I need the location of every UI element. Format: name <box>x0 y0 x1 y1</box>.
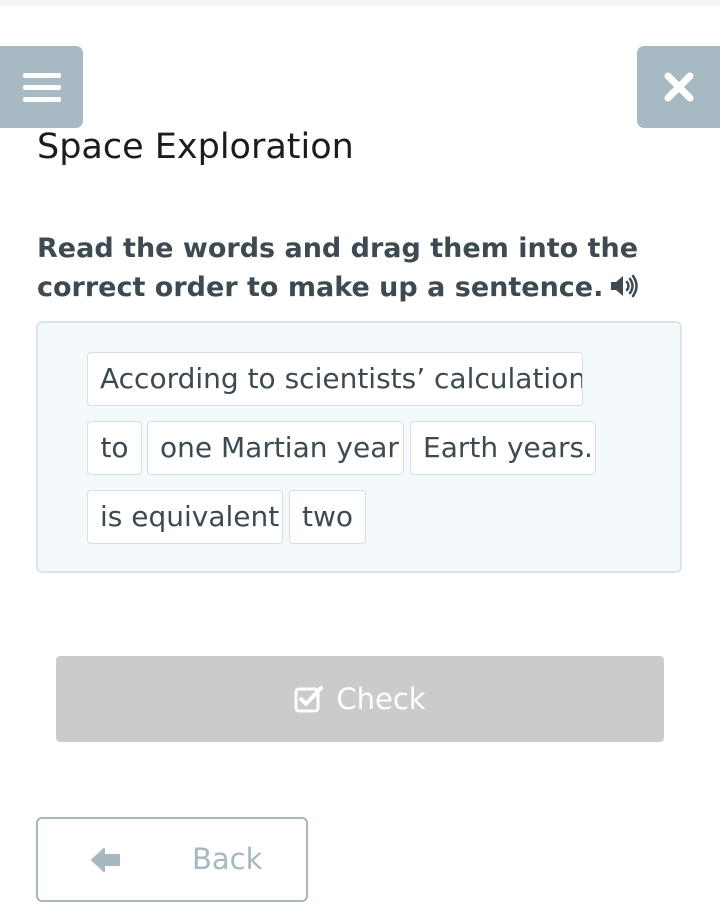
word-chip[interactable]: According to scientists’ calculations <box>87 352 583 406</box>
word-chip[interactable]: to <box>87 421 142 475</box>
check-button[interactable]: Check <box>56 656 664 742</box>
word-chip[interactable]: Earth years. <box>410 421 596 475</box>
back-button[interactable]: Back <box>36 817 308 902</box>
back-label: Back <box>192 842 263 876</box>
top-edge <box>0 0 720 6</box>
word-chip[interactable]: two <box>289 490 366 544</box>
check-label: Check <box>336 682 426 716</box>
close-x-icon <box>664 72 693 102</box>
speaker-icon[interactable] <box>609 273 639 299</box>
word-chip[interactable]: is equivalent <box>87 490 283 544</box>
page-title: Space Exploration <box>37 127 354 167</box>
checkbox-check-icon <box>294 686 324 713</box>
hamburger-menu-icon <box>22 72 61 102</box>
close-button[interactable] <box>637 46 720 128</box>
task-instruction: Read the words and drag them into the co… <box>37 229 677 307</box>
menu-button[interactable] <box>0 46 83 128</box>
word-chip[interactable]: one Martian year <box>147 421 404 475</box>
arrow-left-icon <box>91 848 120 872</box>
instruction-text: Read the words and drag them into the co… <box>37 233 639 303</box>
